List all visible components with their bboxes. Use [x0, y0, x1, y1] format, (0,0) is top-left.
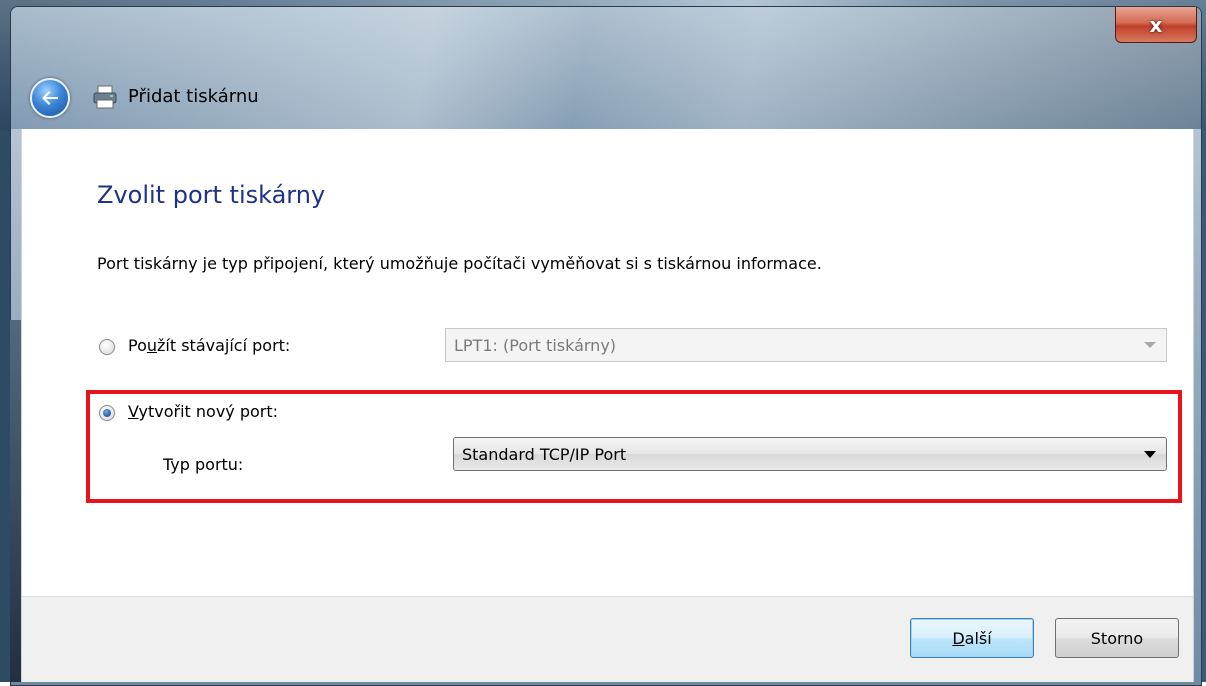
next-button[interactable]: Další — [910, 618, 1034, 658]
title-bar — [11, 7, 1201, 129]
page-heading: Zvolit port tiskárny — [97, 181, 326, 209]
existing-port-label[interactable]: Použít stávající port: — [128, 336, 290, 355]
window-title: Přidat tiskárnu — [128, 86, 259, 107]
cancel-button[interactable]: Storno — [1055, 618, 1179, 658]
highlight-box — [86, 390, 1182, 503]
close-icon: x — [1149, 12, 1163, 37]
close-button[interactable]: x — [1115, 7, 1197, 43]
existing-port-select: LPT1: (Port tiskárny) — [445, 328, 1167, 362]
page-description: Port tiskárny je typ připojení, který um… — [97, 254, 822, 273]
back-button[interactable] — [30, 78, 70, 118]
printer-icon — [93, 85, 117, 109]
back-arrow-icon — [42, 91, 58, 105]
chevron-down-icon — [1144, 342, 1156, 348]
window-left-edge — [10, 320, 21, 682]
existing-port-radio[interactable] — [99, 339, 115, 355]
existing-port-value: LPT1: (Port tiskárny) — [454, 335, 617, 355]
